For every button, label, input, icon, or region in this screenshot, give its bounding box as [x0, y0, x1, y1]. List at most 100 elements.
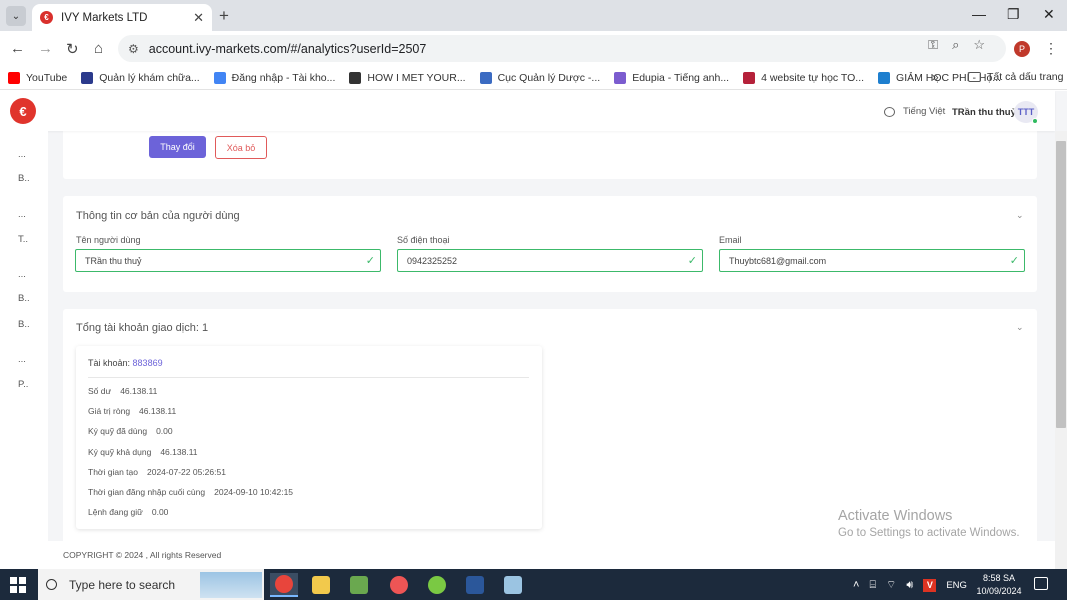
bookmark-item[interactable]: 4 website tự học TO... — [743, 71, 864, 84]
scrollbar-thumb[interactable] — [1056, 141, 1066, 428]
sidebar: ... B..... T..... B.. B..... P.. — [0, 131, 48, 569]
bookmark-item[interactable]: Đăng nhập - Tài kho... — [213, 71, 335, 84]
account-detail-row: Ký quỹ đã dùng 0.00 — [88, 426, 173, 436]
word-icon — [466, 576, 484, 594]
page-scrollbar[interactable] — [1055, 131, 1067, 569]
basic-info-title: Thông tin cơ bản của người dùng — [76, 210, 240, 222]
zoom-icon[interactable]: ⌕ — [952, 37, 959, 53]
bookmarks-overflow-button[interactable]: » — [932, 70, 939, 84]
bookmark-favicon-icon — [878, 71, 891, 84]
sidebar-item[interactable]: ... — [18, 209, 26, 220]
sidebar-item[interactable]: ... — [18, 269, 26, 280]
clock-time: 8:58 SA — [982, 573, 1016, 583]
tab-title: IVY Markets LTD — [61, 11, 148, 24]
bookmark-item[interactable]: Quản lý khám chữa... — [81, 71, 200, 84]
folder-icon — [968, 72, 981, 82]
change-avatar-button[interactable]: Thay đổi — [149, 136, 206, 158]
trading-accounts-title: Tổng tài khoản giao dịch: 1 — [76, 322, 209, 334]
reload-button[interactable]: ↻ — [66, 40, 79, 58]
phone-field[interactable]: 0942325252 ✓ — [397, 249, 703, 272]
language-selector[interactable]: Tiếng Việt — [884, 106, 945, 117]
chevron-down-icon[interactable]: ⌄ — [1016, 210, 1024, 221]
search-icon — [46, 579, 57, 590]
bookmark-star-icon[interactable]: ☆ — [973, 37, 985, 53]
taskbar-app-5[interactable] — [423, 573, 451, 597]
taskbar-file-explorer[interactable] — [307, 573, 335, 597]
close-tab-icon[interactable]: ✕ — [193, 10, 204, 26]
bookmark-favicon-icon — [479, 71, 492, 84]
sidebar-item[interactable]: ... — [18, 354, 26, 365]
language-label: Tiếng Việt — [903, 106, 946, 117]
account-detail-row: Thời gian đăng nhập cuối cùng 2024-09-10 … — [88, 487, 293, 497]
detail-label: Lệnh đang giữ — [88, 507, 143, 518]
browser-tab[interactable]: € IVY Markets LTD ✕ — [32, 4, 212, 31]
restore-button[interactable]: ❐ — [1007, 6, 1020, 23]
taskbar-word[interactable] — [461, 573, 489, 597]
taskbar-clock[interactable]: 8:58 SA 10/09/2024 — [974, 572, 1024, 598]
sidebar-item[interactable]: B.. — [18, 293, 30, 304]
activate-title: Activate Windows — [838, 508, 953, 524]
tab-search-button[interactable]: ⌄ — [6, 6, 26, 26]
detail-label: Ký quỹ đã dùng — [88, 426, 148, 437]
account-detail-row: Ký quỹ khả dụng 46.138.11 — [88, 447, 198, 457]
taskbar-app-4[interactable] — [385, 573, 413, 597]
email-field[interactable]: Thuybtc681@gmail.com ✓ — [719, 249, 1025, 272]
phone-value: 0942325252 — [407, 255, 458, 266]
all-bookmarks-folder[interactable]: Tất cả dấu trang — [968, 71, 1063, 83]
windows-start-icon[interactable] — [10, 577, 26, 593]
show-hidden-icons-icon[interactable]: ˄ — [853, 579, 859, 591]
sidebar-item[interactable]: B.. — [18, 319, 30, 330]
password-key-icon[interactable]: ⚿ — [928, 37, 938, 53]
bookmark-item[interactable]: YouTube — [8, 71, 67, 84]
sidebar-item[interactable]: B.. — [18, 173, 30, 184]
account-number[interactable]: 883869 — [133, 358, 163, 368]
brand-logo[interactable]: € — [10, 98, 36, 124]
new-tab-button[interactable]: + — [219, 6, 229, 26]
sidebar-item[interactable]: ... — [18, 149, 26, 160]
detail-value: 2024-09-10 10:42:15 — [214, 487, 294, 497]
forward-button[interactable]: → — [38, 40, 53, 57]
bookmark-item[interactable]: HOW I MET YOUR... — [349, 71, 466, 84]
network-icon[interactable]: ⌸ — [869, 579, 876, 592]
activate-subtitle: Go to Settings to activate Windows. — [838, 527, 1020, 539]
profile-avatar[interactable]: P — [1014, 41, 1030, 57]
vpn-icon[interactable]: V — [923, 578, 937, 592]
sidebar-item[interactable]: T.. — [18, 234, 28, 245]
bookmark-item[interactable]: Edupia - Tiếng anh... — [614, 71, 730, 84]
url-text: account.ivy-markets.com/#/analytics?user… — [148, 41, 427, 56]
minimize-button[interactable]: — — [972, 6, 986, 22]
volume-icon[interactable]: 🔊︎ — [906, 579, 913, 592]
account-card: Tài khoản: 883869 Số dư 46.138.11 Giá trị … — [76, 346, 542, 529]
sidebar-item[interactable]: P.. — [18, 379, 28, 390]
account-detail-row: Số dư 46.138.11 — [88, 386, 157, 396]
notification-center-icon[interactable] — [1034, 577, 1048, 590]
bookmark-label: Quản lý khám chữa... — [99, 71, 200, 84]
app-icon — [428, 576, 446, 594]
detail-label: Giá trị ròng — [88, 406, 131, 417]
remove-avatar-button[interactable]: Xóa bỏ — [215, 136, 267, 159]
email-value: Thuybtc681@gmail.com — [729, 255, 827, 266]
site-info-icon[interactable]: ⚙ — [128, 42, 139, 56]
windows-taskbar: Type here to search ˄ ⌸ ⌔ 🔊︎ V ENG 8:58 … — [0, 569, 1067, 600]
back-button[interactable]: ← — [10, 40, 25, 57]
email-label: Email — [719, 235, 742, 245]
taskbar-app-3[interactable] — [345, 573, 373, 597]
browser-menu-icon[interactable]: ⋮ — [1044, 40, 1058, 57]
bookmark-item[interactable]: Cục Quản lý Dược -... — [479, 71, 600, 84]
input-language[interactable]: ENG — [946, 580, 967, 591]
username-value: TRần thu thuỷ — [85, 255, 142, 266]
detail-label: Ký quỹ khả dụng — [88, 446, 152, 457]
detail-label: Thời gian tạo — [88, 466, 138, 477]
wifi-icon[interactable]: ⌔ — [886, 578, 896, 592]
home-button[interactable]: ⌂ — [94, 40, 103, 57]
app-icon — [350, 576, 368, 594]
address-bar[interactable]: ⚙ account.ivy-markets.com/#/analytics?us… — [118, 35, 1006, 62]
chevron-down-icon[interactable]: ⌄ — [1016, 322, 1024, 333]
taskbar-paint[interactable] — [499, 573, 527, 597]
detail-value: 2024-07-22 05:26:51 — [147, 466, 226, 477]
header-user-name[interactable]: TRần thu thuỷ — [952, 107, 1016, 118]
close-window-button[interactable]: ✕ — [1043, 6, 1055, 23]
username-field[interactable]: TRần thu thuỷ ✓ — [75, 249, 381, 272]
bookmark-label: Edupia - Tiếng anh... — [632, 71, 730, 84]
taskbar-chrome[interactable] — [270, 573, 298, 597]
